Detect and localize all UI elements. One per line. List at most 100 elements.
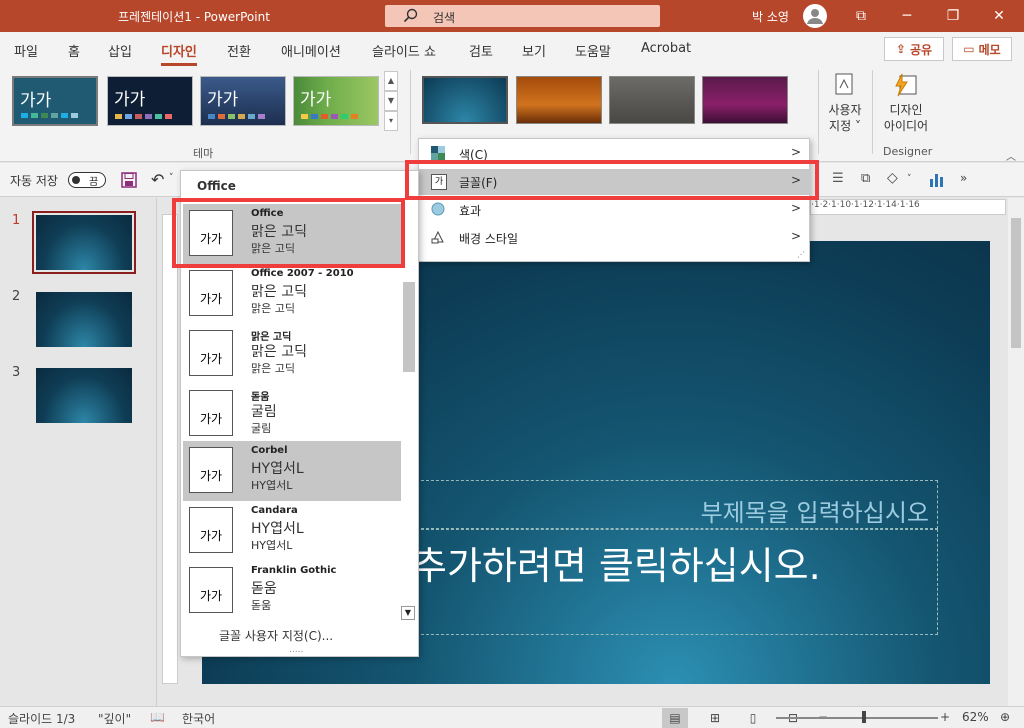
search-icon [403,8,418,23]
fonts-icon: 가 [431,174,447,190]
tab-slideshow[interactable]: 슬라이드 쇼 [372,41,436,60]
body-font: 맑은 고딕 [251,242,295,255]
normal-view-button[interactable]: ▤ [662,708,688,728]
gallery-more-button[interactable]: ▾ [384,111,398,131]
variant-thumb-2[interactable] [516,76,602,124]
theme-glyph: 가가 [20,91,52,111]
background-styles-menu-item[interactable]: 배경 스타일 > [419,225,811,251]
undo-icon[interactable]: ↶ [151,170,164,189]
resize-grip-icon[interactable]: ..... [289,645,303,655]
variant-thumb-3[interactable] [609,76,695,124]
font-option-malgun[interactable]: 가가 맑은 고딕 맑은 고딕 맑은 고딕 [183,324,401,384]
scroll-down-icon[interactable]: ▼ [401,606,415,620]
tab-animations[interactable]: 애니메이션 [281,41,341,60]
tab-view[interactable]: 보기 [522,41,546,60]
theme-glyph: 가가 [300,90,332,110]
theme-glyph: 가가 [114,90,146,110]
autosave-toggle[interactable]: 끔 [68,172,106,188]
zoom-slider-knob[interactable] [862,711,866,723]
effects-menu-item[interactable]: 효과 > [419,197,811,223]
tab-review[interactable]: 검토 [469,41,493,60]
chart-icon[interactable] [929,172,945,188]
search-box[interactable]: 검색 [385,5,660,27]
tab-transitions[interactable]: 전환 [227,41,251,60]
design-ideas-button[interactable]: 디자인 아이디어 [876,72,936,134]
user-name[interactable]: 박 소영 [752,8,789,25]
tab-acrobat[interactable]: Acrobat [641,41,691,56]
subtitle-placeholder[interactable]: 부제목을 입력하십시오 [406,480,938,529]
horizontal-ruler: ·1·2·1·10·1·12·1·14·1·16 [810,199,1006,215]
font-option-office-2007[interactable]: 가가 Office 2007 - 2010 맑은 고딕 맑은 고딕 [183,264,401,324]
theme-thumb-depth[interactable]: 가가 [12,76,98,126]
menu-item-label: 색(C) [459,148,488,162]
tab-file[interactable]: 파일 [14,41,38,60]
colors-menu-item[interactable]: 색(C) > [419,141,811,167]
save-icon[interactable] [121,172,137,188]
font-set-name: Office 2007 - 2010 [251,268,354,279]
ribbon-display-options-button[interactable]: ⧉ [838,0,884,32]
minimize-button[interactable]: ─ [884,0,930,32]
heading-font: 돋움 [251,581,277,597]
scrollbar-thumb[interactable] [403,282,415,372]
heading-font: 굴림 [251,404,277,420]
title-bar: 프레젠테이션1 - PowerPoint 검색 박 소영 ⧉ ─ ❐ ✕ [0,0,1024,32]
variant-thumb-1[interactable] [422,76,508,124]
undo-dropdown-icon[interactable]: ˅ [169,173,174,183]
theme-thumb-3[interactable]: 가가 [200,76,286,126]
slide-thumbnail[interactable] [36,292,132,347]
heading-font: 맑은 고딕 [251,224,307,240]
gallery-up-button[interactable]: ▲ [384,71,398,91]
resize-grip-icon[interactable]: ⋰ [797,250,805,259]
fonts-menu-item[interactable]: 가 글꼴(F) > [419,169,811,195]
scrollbar-thumb[interactable] [1011,218,1021,348]
gallery-down-button[interactable]: ▼ [384,91,398,111]
theme-thumb-2[interactable]: 가가 [107,76,193,126]
slide-sorter-button[interactable]: ⊞ [702,708,728,728]
share-button[interactable]: ⇪ 공유 [884,37,944,61]
screenshot-icon[interactable]: ⧉ [861,171,870,186]
vertical-scrollbar[interactable] [1008,198,1024,706]
restore-button[interactable]: ❐ [930,0,976,32]
variant-thumb-4[interactable] [702,76,788,124]
shapes-icon[interactable]: ◇ [887,170,898,186]
tab-insert[interactable]: 삽입 [108,41,132,60]
shapes-dropdown-icon[interactable]: ˅ [907,174,912,184]
font-set-name: Corbel [251,445,288,456]
font-option-candara[interactable]: 가가 Candara HY엽서L HY엽서L [183,501,401,561]
close-button[interactable]: ✕ [976,0,1022,32]
font-option-office[interactable]: 가가 Office 맑은 고딕 맑은 고딕 [183,204,401,264]
language-status[interactable]: 한국어 [182,710,215,727]
share-icon: ⇪ [895,42,906,56]
theme-gallery-scroll: ▲ ▼ ▾ [384,71,398,131]
font-set-name: Franklin Gothic [251,565,337,576]
slide-size-button[interactable]: 사용자 지정 ˅ [822,72,868,134]
comment-icon: ▭ [963,42,975,56]
font-option-corbel[interactable]: 가가 Corbel HY엽서L HY엽서L [183,441,401,501]
memo-label: 메모 [978,42,1001,57]
tab-home[interactable]: 홈 [68,41,80,60]
font-preview: 가가 [189,270,233,316]
align-icon[interactable]: ☰ [832,171,844,186]
font-option-franklin-gothic[interactable]: 가가 Franklin Gothic 돋움 돋움 [183,561,401,621]
more-commands-icon[interactable]: » [960,171,967,185]
theme-glyph: 가가 [207,90,239,110]
theme-thumb-4[interactable]: 가가 [293,76,379,126]
body-font: 돋움 [251,599,272,612]
reading-view-button[interactable]: ▯ [740,708,766,728]
accessibility-icon[interactable]: 📖 [150,710,165,724]
zoom-in-button[interactable]: + [940,710,950,724]
slide-thumbnail[interactable] [36,368,132,423]
fit-to-window-icon[interactable]: ⊕ [1000,710,1010,724]
tab-design[interactable]: 디자인 [161,41,197,66]
collapse-ribbon-icon[interactable]: ︿ [1006,148,1016,163]
avatar[interactable] [803,4,827,28]
tab-help[interactable]: 도움말 [575,41,611,60]
customize-fonts-link[interactable]: 글꼴 사용자 지정(C)... [219,627,333,644]
memo-button[interactable]: ▭ 메모 [952,37,1012,61]
font-option-dotum[interactable]: 가가 돋움 굴림 굴림 [183,384,401,444]
zoom-level[interactable]: 62% [962,710,989,724]
slide-thumbnail[interactable] [32,211,136,274]
zoom-slider[interactable] [776,717,938,719]
fonts-scrollbar[interactable]: ▼ [401,266,417,620]
vertical-ruler [162,214,178,684]
